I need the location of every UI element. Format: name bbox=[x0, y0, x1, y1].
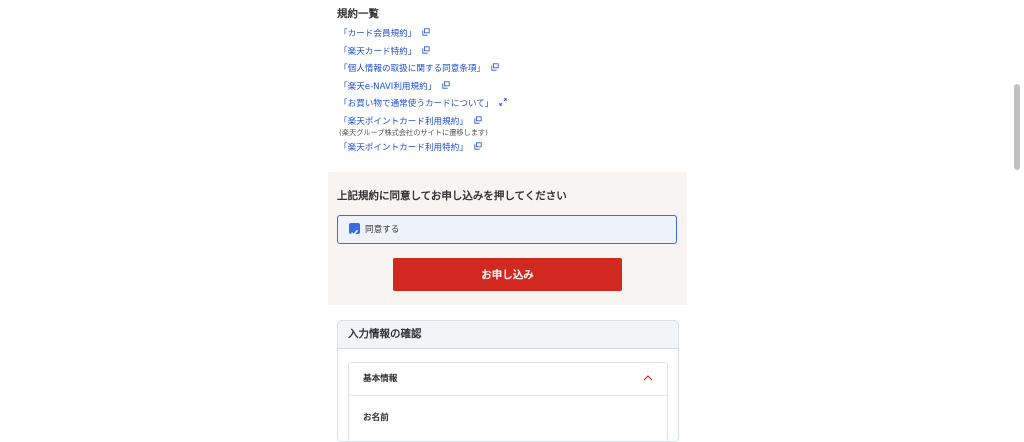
terms-link-rakuten-card[interactable]: 「楽天カード特約」 bbox=[339, 45, 679, 63]
terms-link-list: 「カード会員規約」 「楽天カード特約」 「個人情報の取扱に関する同意条項」 「楽… bbox=[339, 27, 679, 159]
terms-heading: 規約一覧 bbox=[337, 8, 379, 20]
page-scrollbar[interactable] bbox=[1014, 84, 1020, 170]
basic-info-header[interactable]: 基本情報 bbox=[349, 363, 667, 396]
terms-link-label[interactable]: 「カード会員規約」 bbox=[339, 29, 416, 39]
terms-link-label[interactable]: 「楽天カード特約」 bbox=[339, 47, 416, 57]
terms-link-point-card-special[interactable]: 「楽天ポイントカード利用特約」 bbox=[339, 141, 679, 159]
terms-link-default-card[interactable]: 「お買い物で通常使うカードについて」 bbox=[339, 97, 679, 115]
confirmation-title: 入力情報の確認 bbox=[338, 321, 678, 349]
basic-info-section: 基本情報 お名前 bbox=[348, 362, 668, 441]
external-window-icon[interactable] bbox=[474, 142, 482, 150]
agree-checkbox-label[interactable]: 同意する bbox=[365, 223, 399, 235]
terms-link-label[interactable]: 「個人情報の取扱に関する同意条項」 bbox=[339, 64, 485, 74]
external-window-icon[interactable] bbox=[491, 63, 499, 71]
terms-link-card-member[interactable]: 「カード会員規約」 bbox=[339, 27, 679, 45]
agree-checkbox-field[interactable]: 同意する bbox=[337, 215, 677, 244]
terms-link-label[interactable]: 「楽天ポイントカード利用特約」 bbox=[339, 143, 468, 153]
terms-link-label[interactable]: 「お買い物で通常使うカードについて」 bbox=[339, 99, 493, 109]
basic-info-title: 基本情報 bbox=[363, 374, 398, 384]
external-window-icon[interactable] bbox=[442, 80, 450, 89]
expand-icon[interactable] bbox=[499, 98, 508, 106]
agreement-title: 上記規約に同意してお申し込みを押してください bbox=[337, 190, 567, 202]
input-confirmation-card: 入力情報の確認 基本情報 お名前 bbox=[337, 320, 679, 442]
terms-link-label[interactable]: 「楽天ポイントカード利用規約」 bbox=[339, 117, 468, 127]
external-window-icon[interactable] bbox=[422, 28, 430, 36]
name-field-label: お名前 bbox=[363, 413, 389, 423]
terms-link-enavi[interactable]: 「楽天e-NAVI利用規約」 bbox=[339, 80, 679, 98]
submit-application-button[interactable]: お申し込み bbox=[393, 258, 622, 291]
terms-link-label[interactable]: 「楽天e-NAVI利用規約」 bbox=[339, 82, 436, 92]
external-window-icon[interactable] bbox=[422, 45, 430, 54]
check-icon bbox=[350, 229, 359, 236]
chevron-up-icon[interactable] bbox=[643, 374, 653, 382]
external-window-icon[interactable] bbox=[474, 115, 482, 124]
checkbox-checked-icon[interactable] bbox=[349, 223, 360, 236]
terms-link-privacy[interactable]: 「個人情報の取扱に関する同意条項」 bbox=[339, 62, 679, 80]
terms-link-note: (楽天グループ株式会社のサイトに遷移します) bbox=[339, 128, 488, 137]
